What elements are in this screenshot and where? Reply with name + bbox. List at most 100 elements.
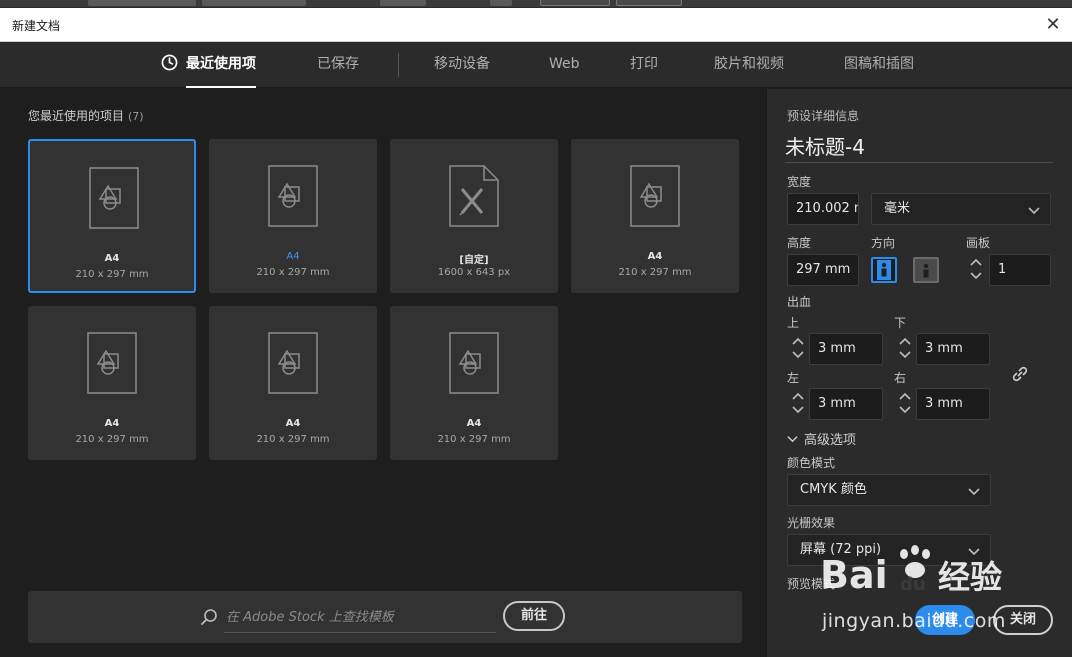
chevron-down-icon <box>1028 207 1040 215</box>
preset-dimensions: 210 x 297 mm <box>75 269 149 280</box>
tab-saved[interactable]: 已保存 <box>317 42 359 88</box>
preset-card[interactable]: A4 210 x 297 mm <box>209 306 377 460</box>
stock-search-bar: 前往 <box>28 591 742 643</box>
preset-dimensions: 210 x 297 mm <box>618 267 692 278</box>
preset-card[interactable]: A4 210 x 297 mm <box>28 139 196 293</box>
toolbar-field[interactable] <box>490 0 512 6</box>
chevron-down-icon <box>968 488 980 496</box>
stock-search-input[interactable] <box>224 603 496 633</box>
bleed-bottom-label: 下 <box>894 316 907 330</box>
tab-recent[interactable]: 最近使用项 <box>161 42 256 88</box>
raster-effects-label: 光栅效果 <box>787 516 836 530</box>
portrait-person-icon <box>877 260 891 280</box>
toolbar-button[interactable] <box>616 0 682 6</box>
close-button[interactable]: 关闭 <box>993 605 1053 635</box>
bleed-bottom-input[interactable]: 3 mm <box>916 333 990 365</box>
advanced-options-label: 高级选项 <box>804 433 857 448</box>
bleed-right-stepper[interactable] <box>898 389 918 419</box>
preset-dimensions: 210 x 297 mm <box>75 434 149 445</box>
dialog-titlebar: 新建文档 ✕ <box>0 8 1072 42</box>
preset-details-title: 预设详细信息 <box>787 109 860 123</box>
toolbar-field[interactable] <box>202 0 306 6</box>
bleed-top-stepper[interactable] <box>791 334 811 364</box>
preset-name: A4 <box>104 418 120 429</box>
preset-card[interactable]: [自定] 1600 x 643 px <box>390 139 558 293</box>
preset-card[interactable]: A4 210 x 297 mm <box>571 139 739 293</box>
chevron-down-icon <box>787 436 798 443</box>
color-mode-select[interactable]: CMYK 颜色 <box>787 474 991 506</box>
bleed-left-input[interactable]: 3 mm <box>809 388 883 420</box>
artboards-input[interactable]: 1 <box>989 254 1051 286</box>
bleed-top-input[interactable]: 3 mm <box>809 333 883 365</box>
stepper-arrows-icon <box>970 258 982 280</box>
width-input[interactable]: 210.002 mm <box>787 193 859 225</box>
document-shapes-icon <box>268 332 318 394</box>
raster-effects-value: 屏幕 (72 ppi) <box>800 542 882 557</box>
toolbar-field[interactable] <box>380 0 426 6</box>
artboards-label: 画板 <box>966 236 991 250</box>
preset-card[interactable]: A4 210 x 297 mm <box>209 139 377 293</box>
go-button[interactable]: 前往 <box>503 601 565 631</box>
stepper-arrows-icon <box>792 337 804 359</box>
stepper-arrows-icon <box>899 392 911 414</box>
preset-name: A4 <box>286 251 300 262</box>
orientation-label: 方向 <box>871 236 896 250</box>
document-name-field[interactable]: 未标题-4 <box>785 131 1053 163</box>
create-button[interactable]: 创建 <box>915 605 975 635</box>
stepper-arrows-icon <box>792 392 804 414</box>
app-toolbar-strip <box>0 0 1072 8</box>
bleed-bottom-stepper[interactable] <box>898 334 918 364</box>
height-label: 高度 <box>787 236 812 250</box>
stepper-arrows-icon <box>899 337 911 359</box>
bleed-right-input[interactable]: 3 mm <box>916 388 990 420</box>
active-tab-indicator <box>186 86 256 88</box>
bleed-left-stepper[interactable] <box>791 389 811 419</box>
preview-mode-label: 预览模式 <box>787 577 836 591</box>
bleed-right-label: 右 <box>894 371 907 385</box>
toolbar-button[interactable] <box>540 0 610 6</box>
tab-web[interactable]: Web <box>549 42 580 88</box>
color-mode-label: 颜色模式 <box>787 456 836 470</box>
unit-select[interactable]: 毫米 <box>871 193 1051 225</box>
clock-icon <box>161 54 178 71</box>
recent-heading-label: 您最近使用的项目 <box>28 109 125 123</box>
chevron-down-icon <box>968 548 980 556</box>
preset-name: A4 <box>466 418 482 429</box>
raster-effects-select[interactable]: 屏幕 (72 ppi) <box>787 534 991 566</box>
tab-art-illustration[interactable]: 图稿和插图 <box>844 42 914 88</box>
recent-items-panel: 您最近使用的项目 (7) A4 210 x 297 mm A4 210 x 297… <box>8 89 765 657</box>
document-shapes-icon <box>87 332 137 394</box>
tab-film-video[interactable]: 胶片和视频 <box>714 42 784 88</box>
preset-card[interactable]: A4 210 x 297 mm <box>390 306 558 460</box>
recent-heading: 您最近使用的项目 (7) <box>28 107 144 124</box>
bleed-top-label: 上 <box>787 316 800 330</box>
tab-print[interactable]: 打印 <box>630 42 658 88</box>
preset-name: A4 <box>647 251 663 262</box>
preset-name: [自定] <box>459 255 489 266</box>
preset-dimensions: 210 x 297 mm <box>256 267 330 278</box>
height-input[interactable]: 297 mm <box>787 254 859 286</box>
width-label: 宽度 <box>787 175 812 189</box>
category-tabs: 最近使用项 已保存 移动设备 Web 打印 胶片和视频 图稿和插图 <box>0 42 1072 88</box>
portrait-orientation-button[interactable] <box>871 257 897 283</box>
document-shapes-icon <box>449 332 499 394</box>
preset-name: A4 <box>104 253 120 264</box>
landscape-orientation-button[interactable] <box>913 257 939 283</box>
tab-label: 最近使用项 <box>186 56 256 72</box>
color-mode-value: CMYK 颜色 <box>800 482 867 497</box>
document-shapes-icon <box>268 165 318 227</box>
tab-mobile[interactable]: 移动设备 <box>434 42 490 88</box>
search-icon <box>201 609 217 625</box>
document-shapes-icon <box>630 165 680 227</box>
landscape-person-icon <box>923 263 929 278</box>
preset-dimensions: 210 x 297 mm <box>256 434 330 445</box>
link-chain-icon[interactable] <box>1011 365 1029 383</box>
tab-divider <box>398 53 399 77</box>
unit-select-value: 毫米 <box>884 201 911 216</box>
toolbar-field[interactable] <box>88 0 196 6</box>
preset-name: A4 <box>285 418 301 429</box>
close-icon[interactable]: ✕ <box>1040 12 1066 38</box>
artboards-stepper[interactable] <box>969 255 989 285</box>
advanced-options-toggle[interactable]: 高级选项 <box>787 429 856 448</box>
preset-card[interactable]: A4 210 x 297 mm <box>28 306 196 460</box>
